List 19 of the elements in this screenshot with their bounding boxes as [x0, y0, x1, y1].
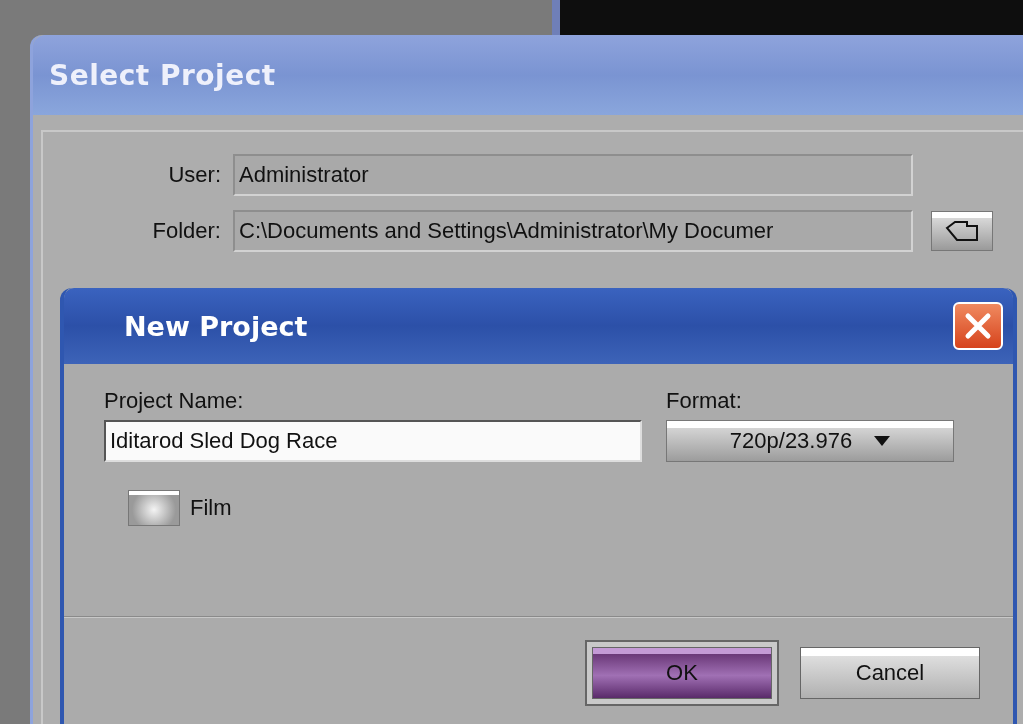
close-icon — [964, 312, 992, 340]
project-name-field[interactable]: Iditarod Sled Dog Race — [104, 420, 642, 462]
dialog-title: New Project — [124, 310, 308, 342]
dropdown-arrow-icon — [874, 436, 891, 446]
window-title: Select Project — [33, 35, 1023, 115]
text-field[interactable]: Administrator — [233, 154, 913, 196]
format-dropdown[interactable]: 720p/23.976 — [666, 420, 954, 462]
folder-icon — [945, 220, 979, 242]
field-label: Folder: — [151, 218, 222, 244]
text-field[interactable]: C:\Documents and Settings\Administrator\My Documer — [233, 210, 913, 252]
browse-button[interactable] — [931, 211, 993, 251]
field-label: Format: — [666, 388, 743, 414]
checkbox-label: Film — [190, 495, 232, 521]
ok-button[interactable]: OK — [592, 647, 772, 699]
film-checkbox[interactable] — [128, 490, 180, 526]
field-label: User: — [167, 162, 222, 188]
field-label: Project Name: — [104, 388, 245, 414]
cancel-button[interactable]: Cancel — [800, 647, 980, 699]
close-button[interactable] — [953, 302, 1003, 350]
